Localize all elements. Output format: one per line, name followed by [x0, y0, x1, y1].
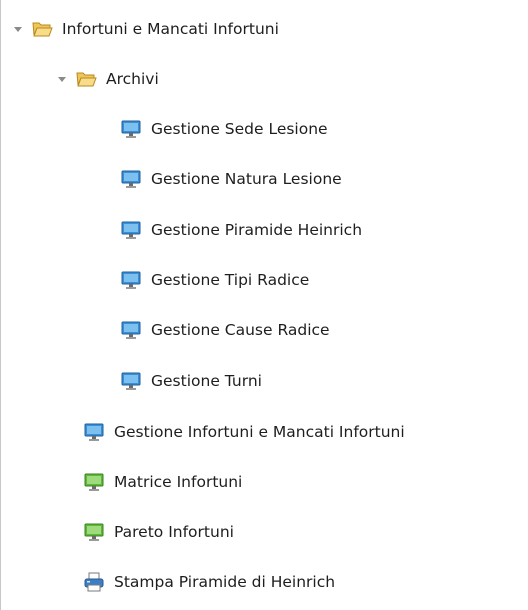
monitor-icon — [121, 221, 141, 239]
tree-node-label: Archivi — [106, 70, 159, 88]
tree-item-gestione-natura-lesione[interactable]: Gestione Natura Lesione — [120, 167, 342, 191]
tree-item-label: Pareto Infortuni — [114, 523, 234, 541]
tree-item-label: Gestione Sede Lesione — [151, 120, 328, 138]
tree-item-gestione-tipi-radice[interactable]: Gestione Tipi Radice — [120, 268, 309, 292]
tree-node-root[interactable]: Infortuni e Mancati Infortuni — [14, 17, 279, 41]
tree-item-stampa-piramide-heinrich[interactable]: Stampa Piramide di Heinrich — [83, 570, 335, 594]
tree-item-label: Gestione Piramide Heinrich — [151, 221, 363, 239]
monitor-icon — [121, 170, 141, 188]
monitor-icon — [121, 271, 141, 289]
monitor-icon — [121, 321, 141, 339]
expand-arrow-icon[interactable] — [58, 76, 66, 82]
tree-item-gestione-infortuni[interactable]: Gestione Infortuni e Mancati Infortuni — [83, 420, 405, 444]
tree-item-label: Gestione Cause Radice — [151, 321, 330, 339]
printer-icon — [84, 572, 104, 592]
green-monitor-icon — [84, 473, 104, 491]
tree-item-label: Gestione Natura Lesione — [151, 170, 342, 188]
tree-item-gestione-piramide-heinrich[interactable]: Gestione Piramide Heinrich — [120, 218, 362, 242]
tree-item-label: Stampa Piramide di Heinrich — [114, 573, 336, 591]
tree-node-label: Infortuni e Mancati Infortuni — [62, 20, 279, 38]
open-folder-icon — [76, 72, 97, 87]
monitor-icon — [121, 120, 141, 138]
tree-item-gestione-turni[interactable]: Gestione Turni — [120, 369, 262, 393]
tree-node-archivi[interactable]: Archivi — [58, 67, 159, 91]
menu-tree: Infortuni e Mancati Infortuni Archivi Ge… — [0, 0, 528, 610]
tree-item-matrice-infortuni[interactable]: Matrice Infortuni — [83, 470, 242, 494]
tree-item-gestione-sede-lesione[interactable]: Gestione Sede Lesione — [120, 117, 328, 141]
tree-item-pareto-infortuni[interactable]: Pareto Infortuni — [83, 520, 234, 544]
open-folder-icon — [32, 22, 53, 37]
monitor-icon — [121, 372, 141, 390]
tree-item-label: Matrice Infortuni — [114, 473, 243, 491]
tree-item-label: Gestione Turni — [151, 372, 262, 390]
tree-item-label: Gestione Tipi Radice — [151, 271, 310, 289]
tree-item-gestione-cause-radice[interactable]: Gestione Cause Radice — [120, 318, 330, 342]
expand-arrow-icon[interactable] — [14, 26, 22, 32]
monitor-icon — [84, 423, 104, 441]
green-monitor-icon — [84, 523, 104, 541]
tree-item-label: Gestione Infortuni e Mancati Infortuni — [114, 423, 405, 441]
